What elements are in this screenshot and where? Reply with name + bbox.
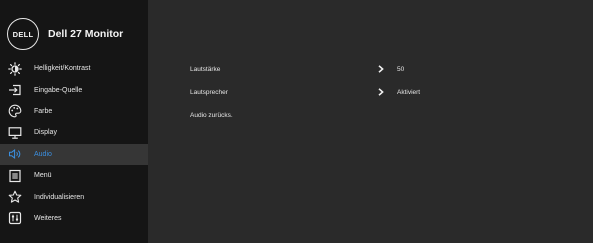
menu-item-personalize[interactable]: Individualisieren (0, 186, 148, 207)
menu-item-label: Display (34, 129, 57, 137)
menu-item-label: Weiteres (34, 214, 62, 222)
input-source-icon (7, 82, 23, 98)
dell-logo: DELL (7, 18, 39, 50)
volume-value: 50 (397, 65, 405, 73)
brightness-icon (7, 61, 23, 77)
chevron-right-icon (378, 88, 397, 96)
sidebar: DELL Dell 27 Monitor Helligkeit/Kontrast… (0, 0, 148, 243)
speaker-label: Lautsprecher (190, 88, 228, 96)
speaker-row[interactable]: Lautsprecher Aktiviert (190, 85, 480, 99)
audio-reset-label: Audio zurücks. (190, 111, 233, 119)
menu-item-color[interactable]: Farbe (0, 101, 148, 122)
menu-item-audio[interactable]: Audio (0, 143, 148, 165)
speaker-value: Aktiviert (397, 88, 421, 96)
menu-item-label: Farbe (34, 107, 53, 115)
main-menu: Helligkeit/Kontrast Eingabe-Quelle Farbe… (0, 58, 148, 229)
audio-reset-row[interactable]: Audio zurücks. (190, 108, 480, 122)
menu-item-menu[interactable]: Menü (0, 165, 148, 186)
menu-item-input-source[interactable]: Eingabe-Quelle (0, 79, 148, 100)
audio-settings-panel: Lautstärke 50 Lautsprecher Aktiviert Aud… (148, 0, 593, 243)
volume-row[interactable]: Lautstärke 50 (190, 62, 480, 76)
menu-item-others[interactable]: Weiteres (0, 208, 148, 229)
chevron-right-icon (378, 65, 397, 73)
settings-icon (7, 210, 23, 226)
menu-item-label: Eingabe-Quelle (34, 86, 83, 94)
osd-header: DELL Dell 27 Monitor (0, 12, 148, 56)
osd-window: DELL Dell 27 Monitor Helligkeit/Kontrast… (0, 0, 593, 243)
menu-item-label: Audio (34, 150, 52, 158)
menu-item-label: Menü (34, 172, 52, 180)
display-icon (7, 125, 23, 141)
star-icon (7, 189, 23, 205)
menu-item-label: Helligkeit/Kontrast (34, 65, 91, 73)
monitor-model-title: Dell 27 Monitor (48, 28, 124, 40)
color-palette-icon (7, 103, 23, 119)
volume-label: Lautstärke (190, 65, 221, 73)
menu-item-display[interactable]: Display (0, 122, 148, 143)
menu-icon (7, 168, 23, 184)
menu-item-brightness-contrast[interactable]: Helligkeit/Kontrast (0, 58, 148, 79)
menu-item-label: Individualisieren (34, 193, 85, 201)
speaker-icon (7, 146, 23, 162)
